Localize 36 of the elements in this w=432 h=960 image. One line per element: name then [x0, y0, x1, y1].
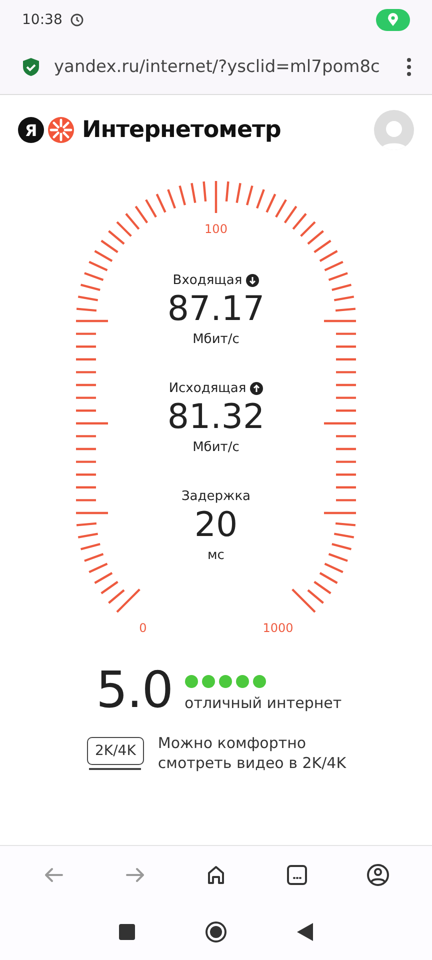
metric-value: 81.32 [167, 396, 265, 438]
rating-dot [202, 674, 215, 688]
scale-label: 1000 [262, 621, 294, 635]
shield-icon [22, 57, 40, 77]
profile-icon [366, 863, 390, 887]
rating-dot [184, 674, 198, 688]
back-triangle-icon[interactable] [297, 923, 313, 941]
metric-value: 20 [194, 504, 238, 546]
flower-icon [48, 117, 74, 143]
alarm-icon [70, 13, 84, 27]
resolution-badge: 2K/4K [87, 736, 144, 764]
rating-dot [218, 674, 232, 688]
rating-score: 5.0 [96, 661, 173, 719]
metric-label: Исходящая [168, 381, 246, 396]
tabs-icon [284, 863, 309, 887]
app-title: Интернетометр [82, 117, 281, 143]
logo: Я [18, 117, 44, 143]
menu-icon[interactable] [406, 57, 412, 77]
metric-unit: мс [208, 548, 224, 563]
person-icon [380, 118, 408, 150]
download-icon [246, 274, 260, 287]
recommendation-text: Можно комфортно смотреть видео в 2K/4K [158, 733, 348, 773]
scale-label: 0 [139, 621, 147, 635]
metric-unit: Мбит/с [192, 440, 240, 455]
location-pin-icon [387, 13, 399, 27]
rating-dot [236, 674, 249, 688]
metric-label: Задержка [181, 489, 251, 504]
status-time: 10:38 [22, 12, 62, 28]
rating-verdict: отличный интернет [184, 694, 342, 712]
upload-icon [250, 382, 264, 395]
scale-label: 100 [204, 222, 228, 236]
metric-label: Входящая [172, 273, 242, 288]
metric-unit: Мбит/с [192, 332, 240, 347]
home-circle-icon[interactable] [205, 921, 227, 943]
rating-dot [252, 674, 266, 688]
metric-value: 87.17 [167, 288, 265, 330]
